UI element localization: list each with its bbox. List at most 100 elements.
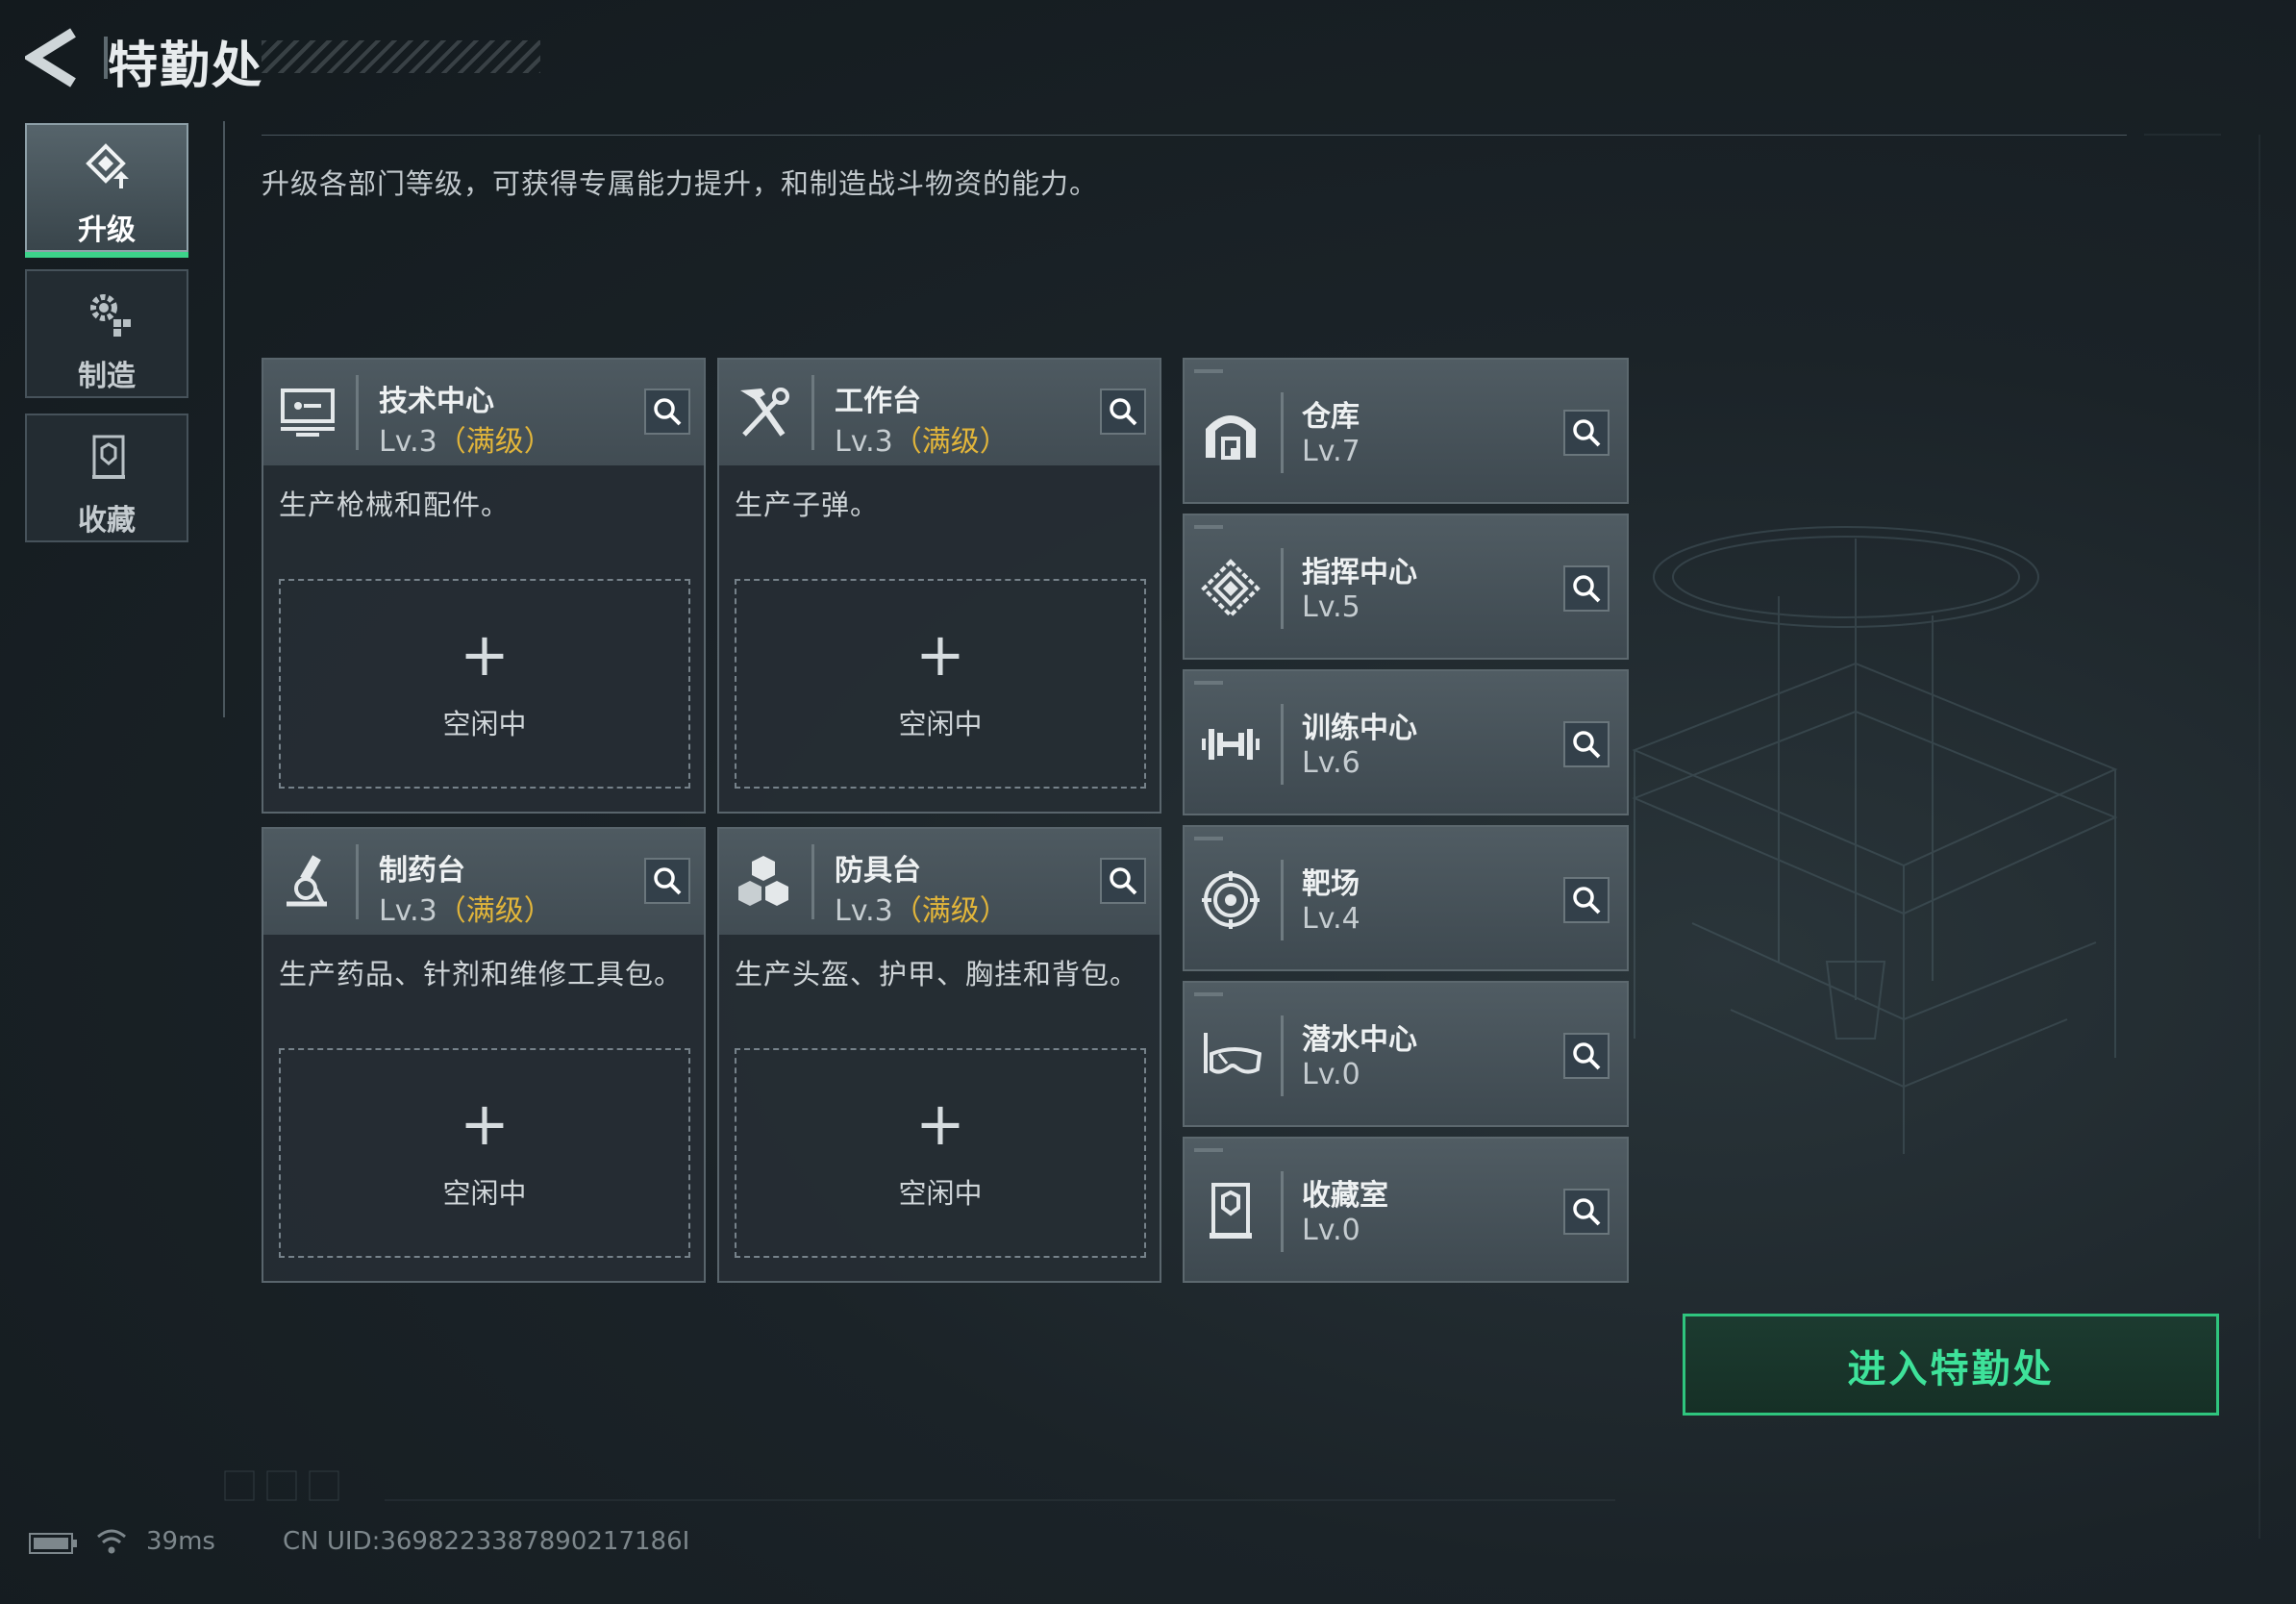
max-level-tag: （满级） bbox=[892, 894, 1009, 928]
card-tag bbox=[1194, 681, 1223, 685]
inspect-button[interactable] bbox=[1563, 877, 1610, 923]
station-name: 防具台 bbox=[835, 854, 921, 888]
facility-level: Lv.0 bbox=[1302, 1214, 1360, 1247]
station-card-pharmacy[interactable]: 制药台 Lv.3（满级） 生产药品、针剂和维修工具包。 + 空闲中 bbox=[262, 827, 706, 1283]
station-level: Lv.3（满级） bbox=[379, 425, 553, 459]
command-icon bbox=[1201, 559, 1260, 618]
card-header: 防具台 Lv.3（满级） bbox=[719, 829, 1160, 935]
card-header: 工作台 Lv.3（满级） bbox=[719, 360, 1160, 465]
diving-mask-icon bbox=[1204, 1033, 1261, 1074]
production-slot[interactable]: + 空闲中 bbox=[735, 1048, 1146, 1258]
production-slot[interactable]: + 空闲中 bbox=[735, 579, 1146, 789]
station-description: 生产子弹。 bbox=[735, 489, 880, 521]
monitor-icon bbox=[281, 388, 335, 437]
station-name: 制药台 bbox=[379, 854, 465, 888]
facility-level: Lv.5 bbox=[1302, 590, 1360, 624]
page-title: 特勤处 bbox=[108, 38, 264, 95]
facility-collection-room[interactable]: 收藏室 Lv.0 bbox=[1183, 1137, 1629, 1283]
search-icon bbox=[1573, 575, 1601, 603]
search-icon bbox=[1573, 1042, 1601, 1070]
production-slot[interactable]: + 空闲中 bbox=[279, 579, 690, 789]
row-separator bbox=[1281, 548, 1284, 629]
sidebar-tab-collection[interactable]: 收藏 bbox=[25, 414, 188, 542]
sidebar-tab-craft[interactable]: 制造 bbox=[25, 269, 188, 398]
facility-command-center[interactable]: 指挥中心 Lv.5 bbox=[1183, 514, 1629, 660]
station-name: 工作台 bbox=[835, 385, 921, 418]
title-decoration bbox=[262, 40, 540, 73]
station-name: 技术中心 bbox=[379, 385, 494, 418]
facility-level: Lv.0 bbox=[1302, 1058, 1360, 1091]
microscope-icon bbox=[287, 855, 327, 907]
slot-status: 空闲中 bbox=[442, 708, 527, 740]
row-separator bbox=[1281, 392, 1284, 473]
station-card-tech-center[interactable]: 技术中心 Lv.3（满级） 生产枪械和配件。 + 空闲中 bbox=[262, 358, 706, 814]
search-icon bbox=[1573, 419, 1601, 447]
search-icon bbox=[1573, 887, 1601, 915]
facility-level: Lv.4 bbox=[1302, 902, 1360, 936]
inspect-button[interactable] bbox=[1563, 1189, 1610, 1235]
card-header: 技术中心 Lv.3（满级） bbox=[263, 360, 704, 465]
facility-name: 仓库 bbox=[1302, 400, 1360, 434]
inspect-button[interactable] bbox=[1563, 1033, 1610, 1079]
search-icon bbox=[1573, 1198, 1601, 1226]
search-icon bbox=[1573, 731, 1601, 759]
inspect-button[interactable] bbox=[644, 858, 690, 904]
card-tag bbox=[1194, 992, 1223, 996]
slot-status: 空闲中 bbox=[442, 1177, 527, 1210]
search-icon bbox=[654, 398, 682, 426]
plus-icon: + bbox=[915, 1089, 965, 1159]
header-separator bbox=[356, 844, 359, 919]
plus-icon: + bbox=[460, 619, 510, 689]
card-tag bbox=[1194, 1148, 1223, 1152]
header-separator bbox=[811, 375, 814, 450]
back-button[interactable] bbox=[22, 27, 85, 88]
facility-warehouse[interactable]: 仓库 Lv.7 bbox=[1183, 358, 1629, 504]
inspect-button[interactable] bbox=[1100, 388, 1146, 435]
inspect-button[interactable] bbox=[1563, 410, 1610, 456]
collection-icon bbox=[92, 435, 125, 479]
sidebar-item-label: 制造 bbox=[78, 360, 136, 393]
station-card-workbench[interactable]: 工作台 Lv.3（满级） 生产子弹。 + 空闲中 bbox=[717, 358, 1161, 814]
battery-icon bbox=[29, 1533, 77, 1554]
inspect-button[interactable] bbox=[1563, 721, 1610, 767]
header-separator bbox=[356, 375, 359, 450]
card-tag bbox=[1194, 837, 1223, 840]
station-card-armor-bench[interactable]: 防具台 Lv.3（满级） 生产头盔、护甲、胸挂和背包。 + 空闲中 bbox=[717, 827, 1161, 1283]
inspect-button[interactable] bbox=[1100, 858, 1146, 904]
max-level-tag: （满级） bbox=[892, 425, 1009, 459]
wifi-icon bbox=[97, 1529, 126, 1554]
station-level: Lv.3（满级） bbox=[835, 425, 1009, 459]
station-level: Lv.3（满级） bbox=[835, 894, 1009, 928]
warehouse-icon bbox=[1206, 415, 1256, 460]
facility-name: 靶场 bbox=[1302, 867, 1360, 901]
max-level-tag: （满级） bbox=[437, 425, 553, 459]
card-tag bbox=[1194, 525, 1223, 529]
ping-readout: 39ms bbox=[146, 1527, 215, 1556]
search-icon bbox=[1110, 867, 1137, 895]
frame-line bbox=[223, 121, 225, 717]
inspect-button[interactable] bbox=[644, 388, 690, 435]
header-separator bbox=[811, 844, 814, 919]
facility-name: 指挥中心 bbox=[1302, 556, 1417, 589]
card-header: 制药台 Lv.3（满级） bbox=[263, 829, 704, 935]
facility-level: Lv.6 bbox=[1302, 746, 1360, 780]
row-separator bbox=[1281, 1171, 1284, 1252]
production-slot[interactable]: + 空闲中 bbox=[279, 1048, 690, 1258]
facility-training-center[interactable]: 训练中心 Lv.6 bbox=[1183, 669, 1629, 815]
facility-diving-center[interactable]: 潜水中心 Lv.0 bbox=[1183, 981, 1629, 1127]
search-icon bbox=[1110, 398, 1137, 426]
station-description: 生产药品、针剂和维修工具包。 bbox=[279, 958, 684, 990]
sidebar-tab-upgrade[interactable]: 升级 bbox=[25, 123, 188, 258]
inspect-button[interactable] bbox=[1563, 565, 1610, 612]
vault-icon bbox=[1210, 1183, 1252, 1239]
slot-status: 空闲中 bbox=[898, 708, 983, 740]
station-description: 生产枪械和配件。 bbox=[279, 489, 511, 521]
sidebar-item-label: 升级 bbox=[78, 213, 136, 247]
upgrade-icon bbox=[86, 143, 129, 188]
station-level: Lv.3（满级） bbox=[379, 894, 553, 928]
gears-icon bbox=[90, 294, 131, 337]
user-uid: CN UID:3698223387890217186I bbox=[283, 1527, 690, 1556]
facility-shooting-range[interactable]: 靶场 Lv.4 bbox=[1183, 825, 1629, 971]
enter-special-ops-button[interactable]: 进入特勤处 bbox=[1683, 1314, 2219, 1416]
facility-name: 收藏室 bbox=[1302, 1179, 1388, 1213]
